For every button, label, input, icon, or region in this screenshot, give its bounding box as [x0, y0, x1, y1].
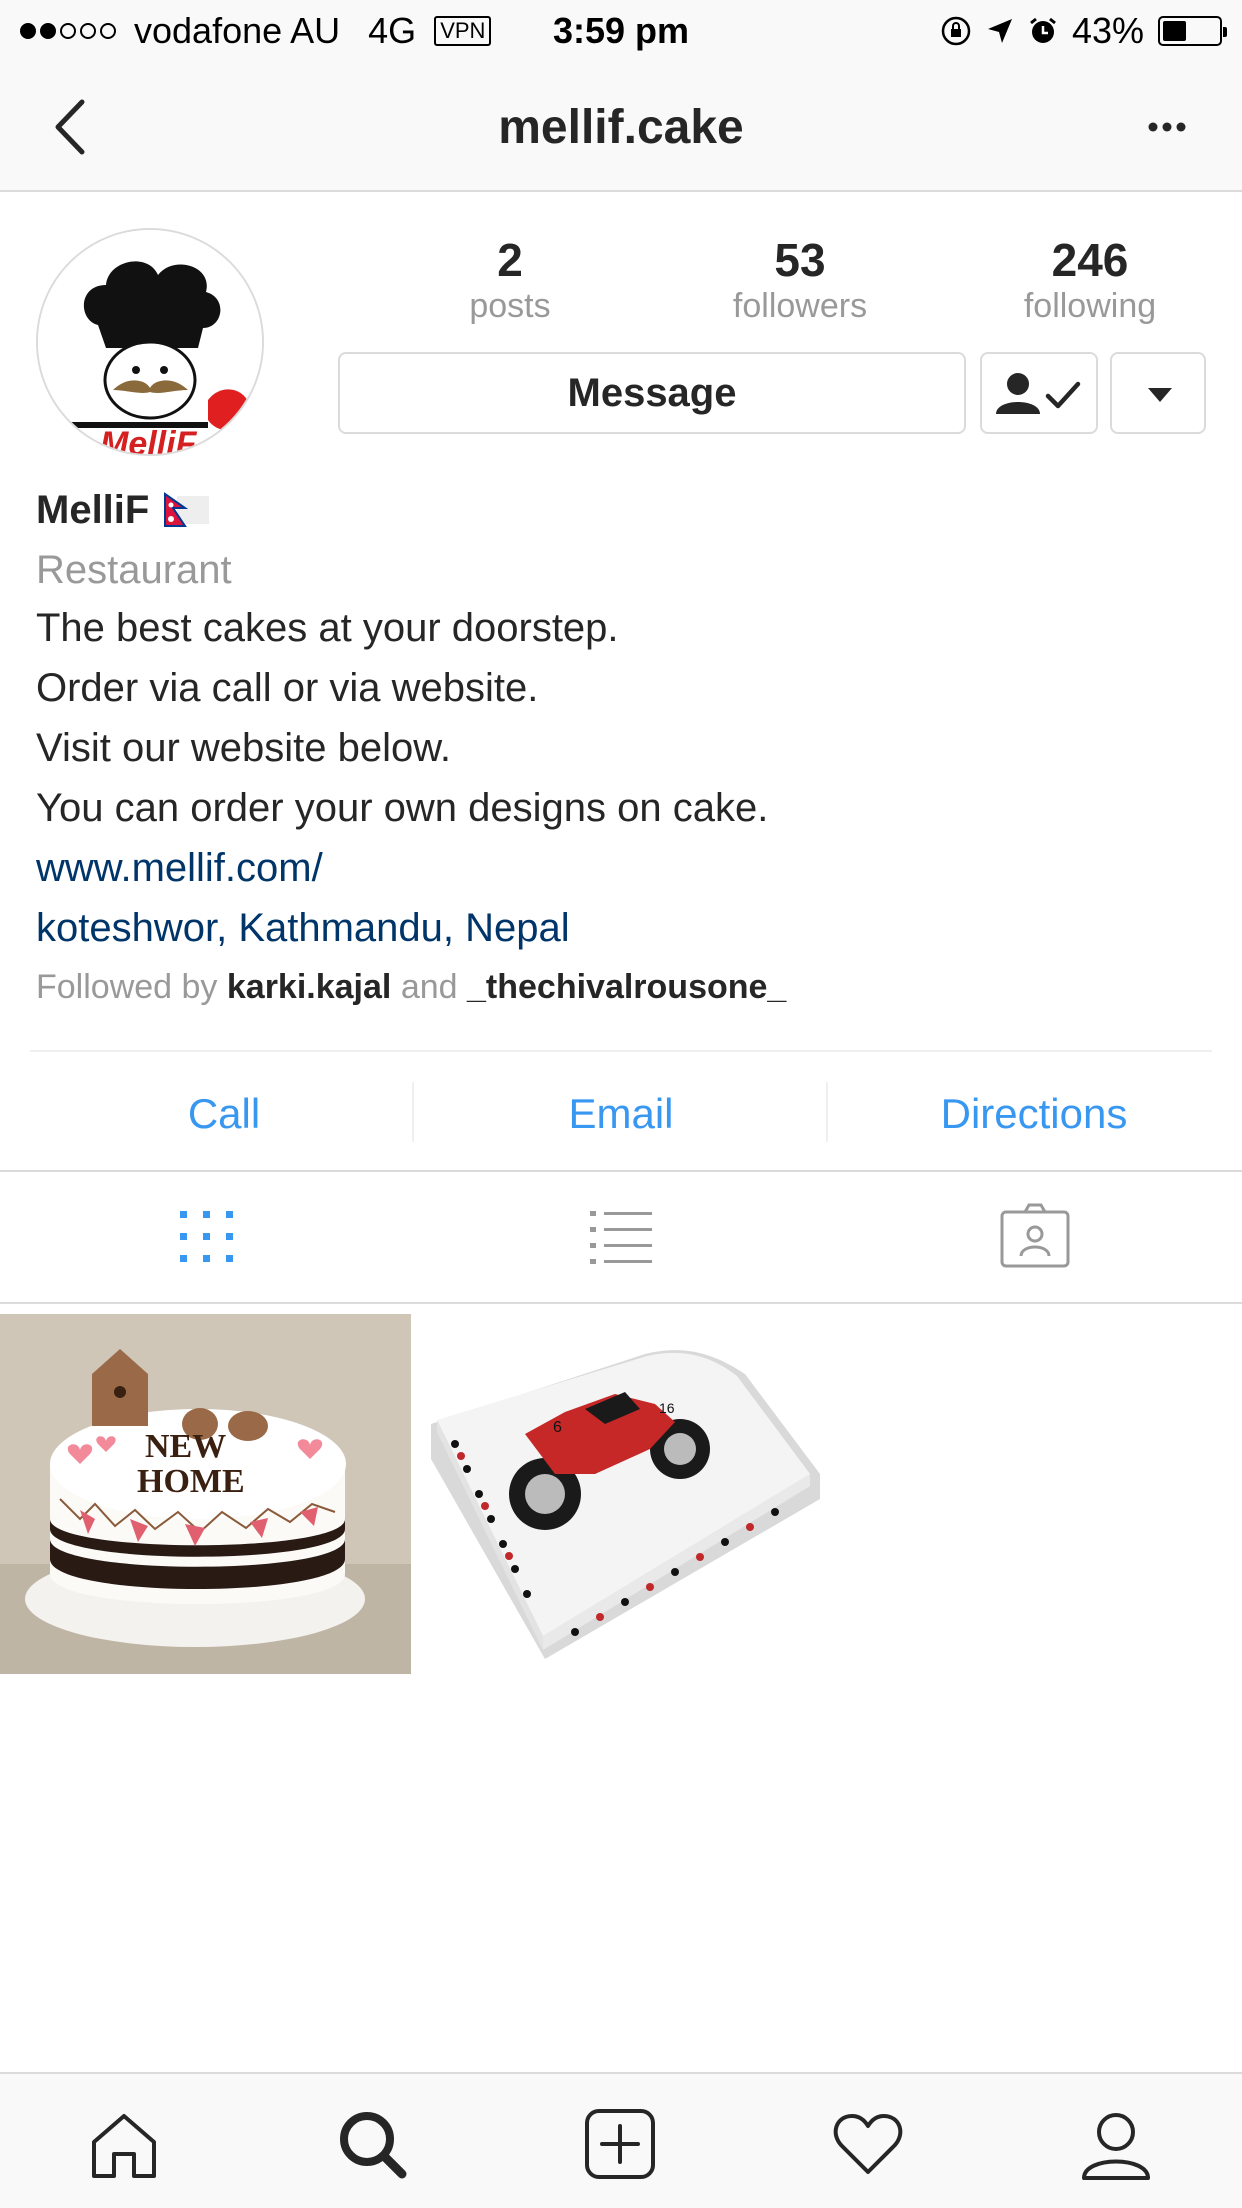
carrier-name: vodafone AU — [134, 10, 341, 51]
tab-profile[interactable] — [1076, 2104, 1156, 2184]
stat-following[interactable]: 246 following — [960, 232, 1220, 324]
grid-icon — [180, 1211, 233, 1262]
profile-icon — [1082, 2113, 1150, 2180]
profile-name: MelliF — [36, 488, 150, 532]
vpn-badge: VPN — [434, 16, 492, 46]
page-title: mellif.cake — [498, 101, 744, 154]
battery-icon — [1158, 16, 1227, 46]
add-post-icon — [585, 2109, 655, 2179]
home-icon — [92, 2114, 156, 2178]
status-left: vodafone AU 4G VPN — [20, 10, 492, 52]
tab-home[interactable] — [84, 2104, 164, 2184]
bio-line: The best cakes at your doorstep. — [36, 606, 619, 650]
profile-category: Restaurant — [36, 548, 232, 592]
profile-bio: MelliF Restaurant The best cakes at your… — [36, 482, 1216, 1014]
caret-down-icon — [1148, 388, 1172, 402]
stat-followers-label: followers — [732, 287, 868, 325]
avatar-logo-text: MelliF — [100, 425, 198, 456]
stat-following-label: following — [1023, 287, 1157, 325]
chef-logo-image: MelliF — [38, 230, 262, 456]
tagged-photos-icon — [1000, 1203, 1070, 1268]
bike-number-right: 16 — [659, 1400, 675, 1416]
tab-tagged[interactable] — [995, 1202, 1075, 1272]
contact-divider — [412, 1082, 414, 1142]
alarm-icon — [1030, 17, 1056, 43]
followed-by-user-1[interactable]: karki.kajal — [227, 968, 391, 1006]
directions-button[interactable]: Directions — [844, 1082, 1224, 1146]
contact-divider — [826, 1082, 828, 1142]
stat-followers[interactable]: 53 followers — [670, 232, 930, 324]
chevron-left-icon — [55, 99, 85, 155]
tab-grid-view[interactable] — [166, 1202, 246, 1272]
tab-search[interactable] — [332, 2104, 412, 2184]
bottom-tab-bar — [0, 2072, 1242, 2208]
back-button[interactable] — [40, 92, 110, 162]
suggested-users-dropdown[interactable] — [1110, 352, 1206, 434]
message-button[interactable]: Message — [338, 352, 966, 434]
tab-activity[interactable] — [828, 2104, 908, 2184]
profile-name-row: MelliF — [36, 482, 1216, 538]
battery-percent: 43% — [1071, 10, 1144, 51]
stat-posts[interactable]: 2 posts — [380, 232, 640, 324]
followed-by-text: Followed by karki.kajal and _thechivalro… — [36, 960, 1216, 1014]
contact-options: Call Email Directions — [30, 1050, 1212, 1170]
status-bar: vodafone AU 4G VPN 3:59 pm 43% — [0, 0, 1242, 62]
user-check-icon — [996, 373, 1081, 414]
stat-followers-count: 53 — [774, 234, 826, 286]
call-button[interactable]: Call — [34, 1082, 414, 1146]
bio-line: Order via call or via website. — [36, 666, 539, 710]
stat-posts-label: posts — [469, 287, 551, 325]
battery-fill — [1163, 21, 1187, 41]
email-button[interactable]: Email — [431, 1082, 811, 1146]
navigation-bar: mellif.cake — [0, 62, 1242, 192]
bio-line: You can order your own designs on cake. — [36, 786, 769, 830]
post-thumbnail[interactable]: NEW HOME — [0, 1314, 411, 1674]
stat-following-count: 246 — [1051, 234, 1129, 286]
cake-text-line-1: NEW — [145, 1428, 226, 1465]
nepal-flag-icon — [164, 492, 210, 527]
profile-avatar[interactable]: MelliF — [36, 228, 264, 456]
search-icon — [340, 2112, 407, 2179]
signal-strength-icon — [20, 23, 116, 39]
bike-number-left: 6 — [553, 1419, 562, 1436]
status-right: 43% — [940, 10, 1227, 52]
motorbike-cake-image: 6 16 — [415, 1314, 826, 1674]
more-dots-icon — [1148, 122, 1186, 132]
location-arrow-icon — [987, 19, 1012, 43]
stat-posts-count: 2 — [497, 234, 523, 286]
more-options-button[interactable] — [1132, 92, 1202, 162]
followed-by-and: and — [400, 968, 458, 1006]
network-type: 4G — [368, 10, 417, 51]
cake-text-line-2: HOME — [137, 1463, 245, 1500]
location-link[interactable]: koteshwor, Kathmandu, Nepal — [36, 898, 1216, 958]
profile-stats: 2 posts 53 followers 246 following — [380, 232, 1220, 324]
new-home-cake-image: NEW HOME — [0, 1314, 411, 1674]
following-status-button[interactable] — [980, 352, 1098, 434]
tab-new-post[interactable] — [580, 2104, 660, 2184]
website-link[interactable]: www.mellif.com/ — [36, 838, 1216, 898]
rotation-lock-icon — [941, 16, 971, 46]
list-icon — [590, 1211, 652, 1264]
followed-by-user-2[interactable]: _thechivalrousone_ — [467, 968, 786, 1006]
bio-line: Visit our website below. — [36, 726, 452, 770]
followed-by-prefix: Followed by — [36, 968, 218, 1006]
post-thumbnail[interactable]: 6 16 — [415, 1314, 826, 1674]
profile-view-tabs — [0, 1170, 1242, 1304]
tab-list-view[interactable] — [580, 1202, 660, 1272]
heart-icon — [833, 2114, 903, 2174]
